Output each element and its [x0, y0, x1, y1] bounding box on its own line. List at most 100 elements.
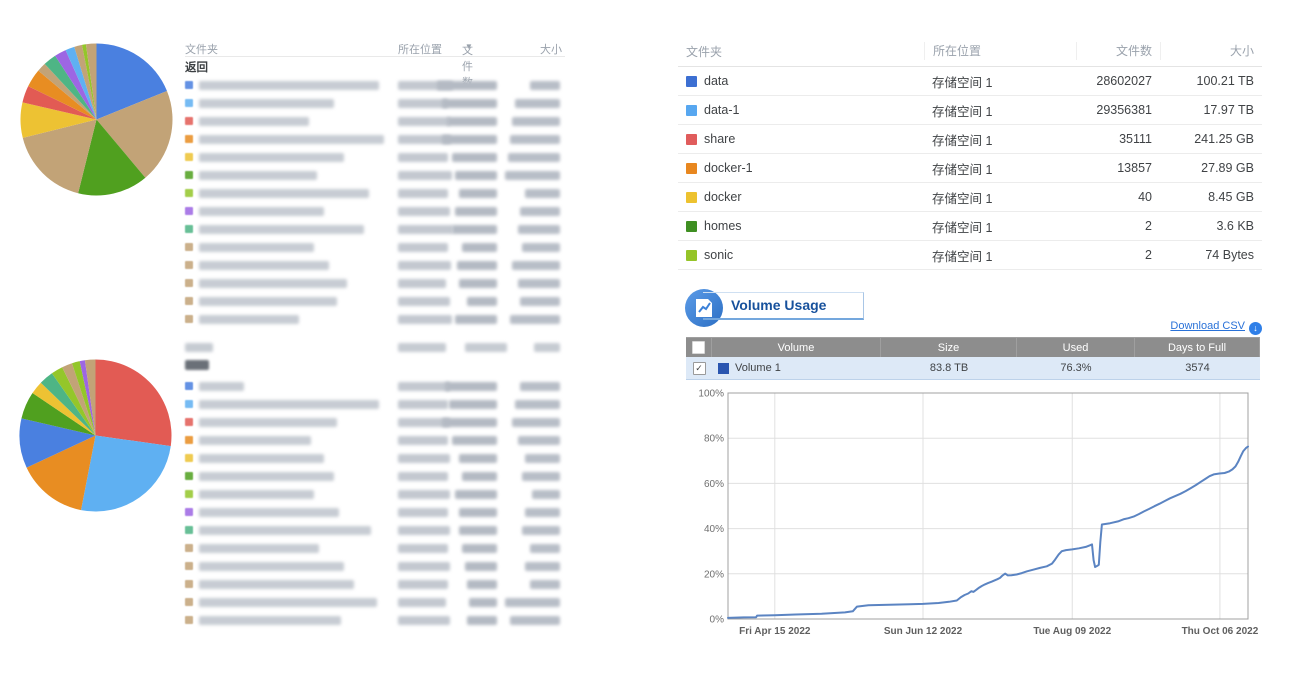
column-header-count[interactable]: 文件数 [1076, 42, 1160, 60]
blurred-folder-row[interactable] [185, 558, 565, 576]
shared-folder-row[interactable]: data存储空间 128602027100.21 TB [678, 67, 1262, 96]
blurred-folder-row[interactable] [185, 257, 565, 275]
shared-folder-row[interactable]: share存储空间 135111241.25 GB [678, 125, 1262, 154]
blurred-folder-row[interactable] [185, 275, 565, 293]
column-header-folder[interactable]: 文件夹 [678, 43, 924, 60]
folder-table-header: 文件夹 所在位置 文件数▼ 大小 [185, 40, 565, 57]
column-header-location[interactable]: 所在位置 [924, 42, 1076, 60]
blurred-folder-row[interactable] [185, 185, 565, 203]
blurred-folder-row[interactable] [185, 540, 565, 558]
folder-color-square [185, 454, 193, 462]
column-header-size[interactable]: 大小 [1160, 42, 1262, 60]
folder-size-cell: 241.25 GB [1160, 132, 1262, 146]
shared-folder-row[interactable]: homes存储空间 123.6 KB [678, 212, 1262, 241]
sort-descending-icon: ▼ [465, 42, 473, 51]
pie-slice-light_blue [81, 436, 171, 512]
x-axis-tick-label: Fri Apr 15 2022 [739, 626, 811, 637]
blurred-folder-name [199, 261, 329, 270]
folder-name: sonic [704, 248, 733, 262]
blurred-folder-row[interactable] [185, 450, 565, 468]
folder-color-square [185, 135, 193, 143]
row-checkbox[interactable]: ✓ [693, 362, 706, 375]
blurred-location [398, 580, 448, 589]
blurred-folder-row[interactable] [185, 576, 565, 594]
folder-count-cell: 40 [1076, 190, 1160, 204]
folder-color-square [185, 81, 193, 89]
blurred-back-label [185, 360, 209, 370]
blurred-folder-row[interactable] [185, 612, 565, 630]
folder-name: data [704, 74, 728, 88]
blurred-folder-row[interactable] [185, 149, 565, 167]
x-axis-tick-label: Thu Oct 06 2022 [1182, 626, 1259, 637]
column-header-location[interactable]: 所在位置 [398, 41, 442, 57]
blurred-folder-row[interactable] [185, 594, 565, 612]
column-header-size[interactable]: 大小 [540, 41, 562, 57]
folder-color-square [185, 261, 193, 269]
column-header-size[interactable]: Size [881, 337, 1017, 357]
blurred-count [467, 616, 497, 625]
folder-name-cell: sonic [678, 248, 924, 262]
blurred-folder-row[interactable] [185, 522, 565, 540]
shared-folder-row[interactable]: data-1存储空间 12935638117.97 TB [678, 96, 1262, 125]
folder-location-cell: 存储空间 1 [924, 101, 1076, 120]
blurred-folder-row[interactable] [185, 414, 565, 432]
blurred-location [398, 225, 453, 234]
folder-count-cell: 35111 [1076, 132, 1160, 146]
folder-color-square [686, 134, 697, 145]
blurred-size [515, 400, 560, 409]
blurred-count [455, 490, 497, 499]
column-header-days-to-full[interactable]: Days to Full [1135, 337, 1260, 357]
blurred-count [455, 171, 497, 180]
shared-folder-row[interactable]: docker存储空间 1408.45 GB [678, 183, 1262, 212]
folder-count-cell: 29356381 [1076, 103, 1160, 117]
blurred-size [525, 454, 560, 463]
blurred-table-header [185, 342, 565, 358]
blurred-folder-row[interactable] [185, 293, 565, 311]
blurred-count [455, 207, 497, 216]
blurred-folder-name [199, 243, 314, 252]
blurred-folder-row[interactable] [185, 396, 565, 414]
blurred-folder-row[interactable] [185, 167, 565, 185]
blurred-folder-row[interactable] [185, 311, 565, 329]
shared-folder-row[interactable]: sonic存储空间 1274 Bytes [678, 241, 1262, 270]
blurred-folder-row[interactable] [185, 432, 565, 450]
blurred-folder-row[interactable] [185, 131, 565, 149]
blurred-folder-row[interactable] [185, 468, 565, 486]
folder-size-cell: 17.97 TB [1160, 103, 1262, 117]
column-header-folder[interactable]: 文件夹 [185, 41, 218, 57]
back-row[interactable]: 返回 [185, 59, 565, 77]
folder-color-square [185, 472, 193, 480]
column-header-volume[interactable]: Volume [712, 337, 881, 357]
blurred-location [398, 490, 450, 499]
blurred-location [398, 171, 452, 180]
blurred-folder-row[interactable] [185, 504, 565, 522]
blurred-header-count [465, 343, 507, 352]
blurred-folder-row[interactable] [185, 77, 565, 95]
folder-color-square [686, 221, 697, 232]
back-row-blurred[interactable] [185, 360, 565, 378]
blurred-folder-name [199, 382, 244, 391]
blurred-folder-name [199, 189, 369, 198]
folder-color-square [185, 562, 193, 570]
blurred-folder-row[interactable] [185, 113, 565, 131]
blurred-folder-row[interactable] [185, 378, 565, 396]
volume-row[interactable]: ✓ Volume 1 83.8 TB 76.3% 3574 [686, 357, 1260, 380]
select-all-checkbox[interactable] [692, 341, 705, 354]
blurred-count [447, 117, 497, 126]
folder-list-table-top: 文件夹 所在位置 文件数▼ 大小 返回 [185, 40, 565, 329]
blurred-size [515, 99, 560, 108]
folder-color-square [185, 315, 193, 323]
blurred-size [510, 315, 560, 324]
blurred-folder-row[interactable] [185, 486, 565, 504]
shared-folder-row[interactable]: docker-1存储空间 11385727.89 GB [678, 154, 1262, 183]
download-icon[interactable]: ↓ [1249, 322, 1262, 335]
blurred-folder-row[interactable] [185, 203, 565, 221]
blurred-folder-row[interactable] [185, 239, 565, 257]
blurred-folder-row[interactable] [185, 221, 565, 239]
volume-name-cell: Volume 1 [712, 357, 881, 379]
download-csv-link[interactable]: Download CSV [1170, 320, 1245, 332]
blurred-folder-row[interactable] [185, 95, 565, 113]
blurred-size [525, 189, 560, 198]
column-header-used[interactable]: Used [1017, 337, 1135, 357]
blurred-folder-name [199, 562, 344, 571]
